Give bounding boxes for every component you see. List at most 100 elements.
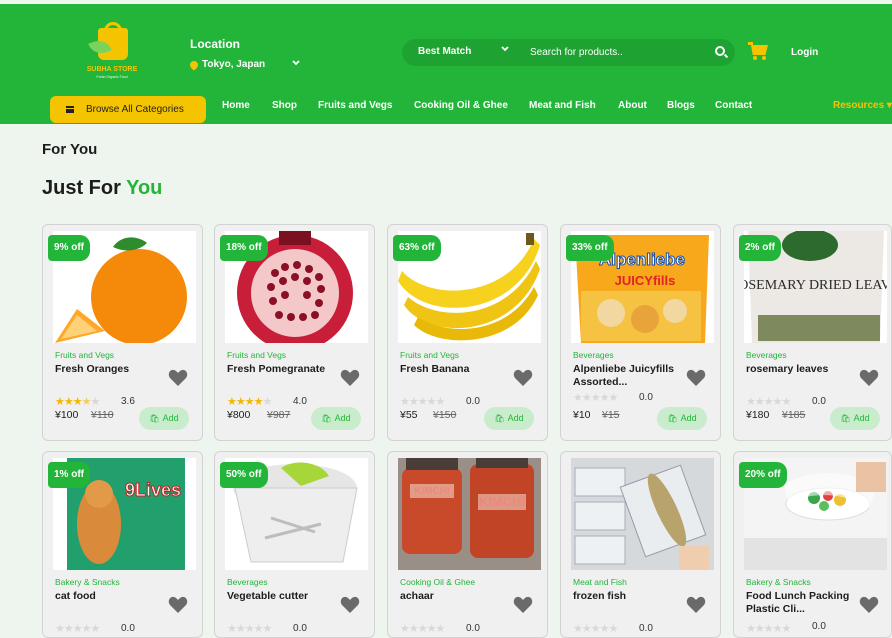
heart-icon[interactable] bbox=[686, 596, 706, 614]
product-card[interactable]: 9% off Fruits and Vegs Fresh Oranges ★★★… bbox=[42, 224, 203, 441]
product-category[interactable]: Fruits and Vegs bbox=[227, 350, 286, 360]
star-rating: ★★★★★ bbox=[227, 396, 272, 408]
cart-icon[interactable] bbox=[748, 41, 770, 61]
heart-icon[interactable] bbox=[513, 369, 533, 387]
juicyfills-text: JUICYfills bbox=[615, 273, 676, 288]
star-rating: ★★★★★ bbox=[573, 392, 618, 404]
location-title: Location bbox=[190, 37, 240, 51]
search-icon[interactable] bbox=[715, 46, 725, 56]
nav-resources-dropdown[interactable]: Resources ▾ bbox=[833, 100, 892, 111]
just-for-text: Just For bbox=[42, 177, 121, 199]
login-link[interactable]: Login bbox=[791, 47, 818, 58]
star-rating: ★★★★★ bbox=[400, 623, 445, 635]
product-name[interactable]: Fresh Pomegranate bbox=[227, 363, 342, 376]
star-rating: ★★★★★ bbox=[746, 623, 791, 635]
chevron-down-icon[interactable] bbox=[500, 44, 510, 57]
sort-dropdown[interactable]: Best Match bbox=[418, 46, 471, 57]
product-image-achaar: KIMCHI KIMCHI bbox=[398, 458, 541, 570]
location-value: Tokyo, Japan bbox=[202, 59, 266, 70]
product-category[interactable]: Beverages bbox=[227, 577, 268, 587]
product-old-price: ¥110 bbox=[91, 409, 114, 421]
section-title-for-you: For You bbox=[42, 141, 98, 158]
location-pin-icon bbox=[188, 58, 200, 71]
chevron-down-icon[interactable] bbox=[291, 58, 301, 68]
heart-icon[interactable] bbox=[859, 596, 879, 614]
product-card[interactable]: KIMCHI KIMCHI Cooking Oil & Ghee achaar … bbox=[387, 451, 548, 638]
product-category[interactable]: Beverages bbox=[746, 350, 787, 360]
nav-home[interactable]: Home bbox=[222, 100, 250, 111]
add-to-cart-button[interactable]: Add bbox=[311, 407, 361, 430]
rosemary-pack-text: ROSEMARY DRIED LEAVES bbox=[744, 278, 887, 293]
nav-fruits-and-vegs[interactable]: Fruits and Vegs bbox=[318, 100, 392, 111]
product-card[interactable]: 9Lives 1% off Bakery & Snacks cat food ★… bbox=[42, 451, 203, 638]
product-category[interactable]: Fruits and Vegs bbox=[400, 350, 459, 360]
discount-badge: 50% off bbox=[220, 462, 268, 488]
nav-meat-and-fish[interactable]: Meat and Fish bbox=[529, 100, 596, 111]
rating-value: 0.0 bbox=[466, 396, 480, 407]
product-category[interactable]: Cooking Oil & Ghee bbox=[400, 577, 475, 587]
product-name[interactable]: achaar bbox=[400, 590, 515, 603]
rating-value: 4.0 bbox=[293, 396, 307, 407]
product-card[interactable]: 20% off Bakery & Snacks Food Lunch Packi… bbox=[733, 451, 892, 638]
product-price: ¥100 bbox=[55, 409, 79, 421]
store-logo[interactable]: SUBHA STORE Fresh Organic Food bbox=[84, 22, 140, 82]
rating-value: 0.0 bbox=[639, 623, 653, 634]
product-old-price: ¥185 bbox=[782, 409, 806, 421]
product-name[interactable]: frozen fish bbox=[573, 590, 688, 603]
add-to-cart-button[interactable]: Add bbox=[484, 407, 534, 430]
logo-name: SUBHA STORE bbox=[86, 66, 138, 73]
menu-icon bbox=[66, 106, 74, 113]
add-to-cart-button[interactable]: Add bbox=[139, 407, 189, 430]
rating-value: 0.0 bbox=[812, 396, 826, 407]
discount-badge: 1% off bbox=[48, 462, 90, 488]
product-name[interactable]: Alpenliebe Juicyfills Assorted... bbox=[573, 363, 688, 389]
product-old-price: ¥987 bbox=[267, 409, 291, 421]
section-title-just-for-you: Just For You bbox=[42, 177, 162, 200]
product-name[interactable]: Fresh Oranges bbox=[55, 363, 170, 376]
heart-icon[interactable] bbox=[859, 369, 879, 387]
product-name[interactable]: cat food bbox=[55, 590, 170, 603]
heart-icon[interactable] bbox=[686, 369, 706, 387]
heart-icon[interactable] bbox=[168, 596, 188, 614]
nav-contact[interactable]: Contact bbox=[715, 100, 752, 111]
site-header: SUBHA STORE Fresh Organic Food Location … bbox=[0, 4, 892, 124]
product-card[interactable]: 50% off Beverages Vegetable cutter ★★★★★… bbox=[214, 451, 375, 638]
product-price: ¥10 bbox=[573, 409, 591, 421]
add-to-cart-button[interactable]: Add bbox=[830, 407, 880, 430]
nav-cooking-oil-ghee[interactable]: Cooking Oil & Ghee bbox=[414, 100, 508, 111]
product-card[interactable]: 18% off Fruits and Vegs Fresh Pomegranat… bbox=[214, 224, 375, 441]
heart-icon[interactable] bbox=[340, 596, 360, 614]
product-card[interactable]: Alpenliebe JUICYfills 33% off Beverages … bbox=[560, 224, 721, 441]
rating-value: 0.0 bbox=[293, 623, 307, 634]
discount-badge: 18% off bbox=[220, 235, 268, 261]
product-card[interactable]: Meat and Fish frozen fish ★★★★★ 0.0 bbox=[560, 451, 721, 638]
product-category[interactable]: Meat and Fish bbox=[573, 577, 627, 587]
product-name[interactable]: Fresh Banana bbox=[400, 363, 515, 376]
search-bar: Best Match bbox=[402, 39, 735, 66]
nav-shop[interactable]: Shop bbox=[272, 100, 297, 111]
nav-blogs[interactable]: Blogs bbox=[667, 100, 695, 111]
heart-icon[interactable] bbox=[168, 369, 188, 387]
location-selector[interactable]: Tokyo, Japan bbox=[188, 58, 266, 71]
nav-about[interactable]: About bbox=[618, 100, 647, 111]
cat-food-brand-text: 9Lives bbox=[125, 480, 181, 500]
star-rating: ★★★★★ bbox=[573, 623, 618, 635]
browse-categories-label: Browse All Categories bbox=[86, 104, 184, 115]
discount-badge: 63% off bbox=[393, 235, 441, 261]
product-card[interactable]: 63% off Fruits and Vegs Fresh Banana ★★★… bbox=[387, 224, 548, 441]
heart-icon[interactable] bbox=[513, 596, 533, 614]
product-price: ¥800 bbox=[227, 409, 251, 421]
product-old-price: ¥15 bbox=[602, 409, 620, 421]
product-category[interactable]: Beverages bbox=[573, 350, 614, 360]
product-card[interactable]: ROSEMARY DRIED LEAVES 2% off Beverages r… bbox=[733, 224, 892, 441]
product-category[interactable]: Bakery & Snacks bbox=[746, 577, 811, 587]
heart-icon[interactable] bbox=[340, 369, 360, 387]
product-category[interactable]: Fruits and Vegs bbox=[55, 350, 114, 360]
product-name[interactable]: Vegetable cutter bbox=[227, 590, 342, 603]
browse-categories-button[interactable]: Browse All Categories bbox=[50, 96, 206, 123]
add-to-cart-button[interactable]: Add bbox=[657, 407, 707, 430]
product-category[interactable]: Bakery & Snacks bbox=[55, 577, 120, 587]
search-input[interactable] bbox=[530, 43, 715, 62]
product-name[interactable]: rosemary leaves bbox=[746, 363, 861, 376]
product-name[interactable]: Food Lunch Packing Plastic Cli... bbox=[746, 590, 861, 616]
